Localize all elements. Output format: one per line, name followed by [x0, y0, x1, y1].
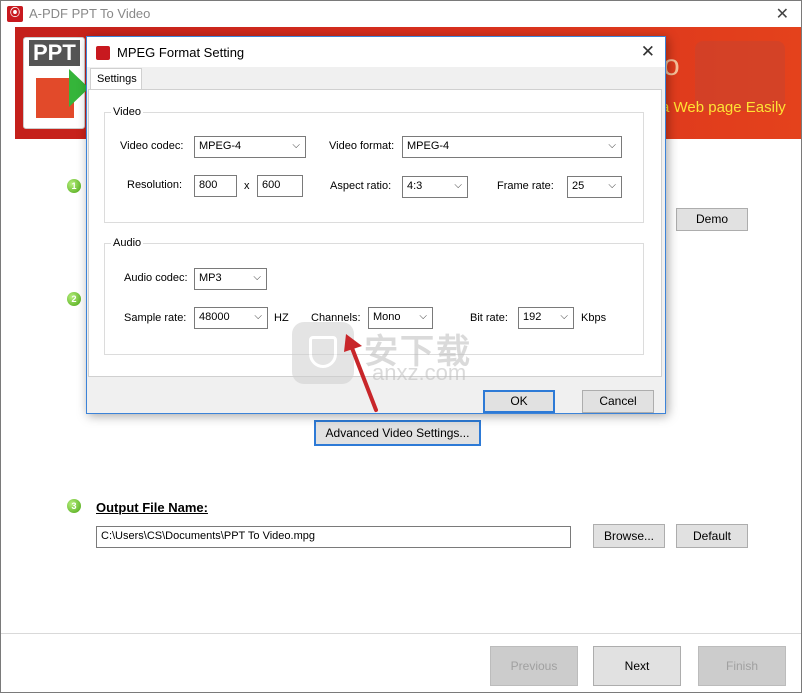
frame-rate-select[interactable]: 25 ⌵ [567, 176, 622, 198]
chevron-down-icon: ⌵ [253, 272, 261, 283]
frame-rate-label: Frame rate: [497, 180, 554, 192]
finish-button[interactable]: Finish [698, 646, 786, 686]
step-3-icon: 3 [67, 499, 81, 513]
resolution-height-input[interactable]: 600 [257, 175, 303, 197]
close-icon[interactable]: ✕ [776, 4, 789, 24]
sample-rate-unit: HZ [274, 312, 289, 324]
app-icon: ⦿ [7, 6, 23, 22]
video-format-select[interactable]: MPEG-4 ⌵ [402, 136, 622, 158]
aspect-ratio-value: 4:3 [407, 180, 423, 192]
resolution-width-input[interactable]: 800 [194, 175, 237, 197]
frame-rate-value: 25 [572, 180, 585, 192]
bit-rate-unit: Kbps [581, 312, 607, 324]
footer-divider [1, 633, 801, 634]
output-file-label: Output File Name: [96, 500, 208, 515]
chevron-down-icon: ⌵ [560, 311, 568, 322]
bit-rate-select[interactable]: 192 ⌵ [518, 307, 574, 329]
resolution-label: Resolution: [127, 179, 183, 191]
aspect-ratio-select[interactable]: 4:3 ⌵ [402, 176, 468, 198]
step-1-icon: 1 [67, 179, 81, 193]
video-codec-value: MPEG-4 [199, 140, 242, 152]
output-file-input[interactable]: C:\Users\CS\Documents\PPT To Video.mpg [96, 526, 571, 548]
watermark-logo: 安下载 anxz.com [292, 322, 522, 386]
chevron-down-icon: ⌵ [608, 180, 616, 191]
chevron-down-icon: ⌵ [254, 311, 262, 322]
chevron-down-icon: ⌵ [292, 140, 300, 151]
title-bar: ⦿ A-PDF PPT To Video ✕ [1, 1, 801, 27]
default-button[interactable]: Default [676, 524, 748, 548]
audio-group-title: Audio [111, 237, 144, 249]
ok-button[interactable]: OK [483, 390, 555, 413]
chevron-down-icon: ⌵ [419, 311, 427, 322]
demo-button[interactable]: Demo [676, 208, 748, 231]
sample-rate-value: 48000 [199, 311, 230, 323]
cancel-button[interactable]: Cancel [582, 390, 654, 413]
dialog-title-bar: MPEG Format Setting ✕ [87, 37, 665, 67]
aspect-ratio-label: Aspect ratio: [330, 180, 392, 192]
previous-button[interactable]: Previous [490, 646, 578, 686]
video-format-label: Video format: [329, 140, 395, 152]
video-group: Video Video codec: MPEG-4 ⌵ Video format… [104, 106, 644, 223]
banner-slogan: a Web page Easily [661, 99, 786, 116]
ppt-logo-label: PPT [29, 40, 80, 66]
sample-rate-label: Sample rate: [124, 312, 187, 324]
chevron-down-icon: ⌵ [608, 140, 616, 151]
dialog-close-icon[interactable]: ✕ [641, 42, 655, 62]
video-format-value: MPEG-4 [407, 140, 450, 152]
resolution-separator: x [244, 180, 250, 192]
video-group-title: Video [111, 106, 143, 118]
audio-codec-value: MP3 [199, 272, 222, 284]
tab-settings[interactable]: Settings [90, 68, 142, 90]
dialog-title: MPEG Format Setting [117, 45, 245, 60]
advanced-video-settings-button[interactable]: Advanced Video Settings... [314, 420, 481, 446]
browse-button[interactable]: Browse... [593, 524, 665, 548]
video-codec-select[interactable]: MPEG-4 ⌵ [194, 136, 306, 158]
audio-codec-select[interactable]: MP3 ⌵ [194, 268, 267, 290]
window-title: A-PDF PPT To Video [29, 6, 151, 21]
video-codec-label: Video codec: [120, 140, 184, 152]
chevron-down-icon: ⌵ [454, 180, 462, 191]
step-2-icon: 2 [67, 292, 81, 306]
sample-rate-select[interactable]: 48000 ⌵ [194, 307, 268, 329]
audio-codec-label: Audio codec: [124, 272, 188, 284]
bit-rate-value: 192 [523, 311, 542, 323]
annotation-arrow-icon [344, 334, 378, 412]
dialog-app-icon [96, 46, 110, 60]
next-button[interactable]: Next [593, 646, 681, 686]
